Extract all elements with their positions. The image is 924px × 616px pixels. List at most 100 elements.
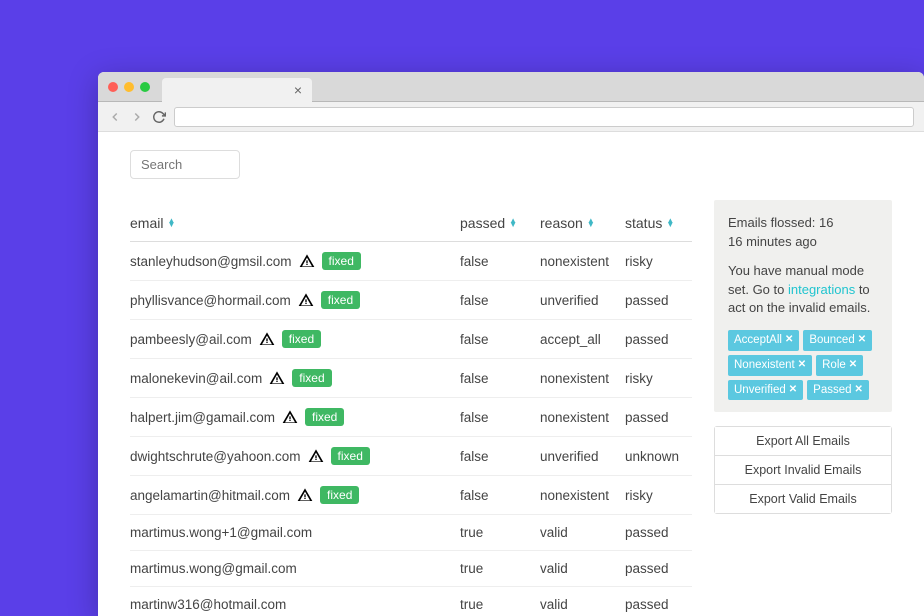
email-text: phyllisvance@hormail.com: [130, 293, 291, 308]
cell-status: passed: [625, 332, 692, 347]
close-window-icon[interactable]: [108, 82, 118, 92]
forward-icon[interactable]: [130, 110, 144, 124]
table-row: dwightschrute@yahoon.comfixedfalseunveri…: [130, 437, 692, 476]
cell-email: dwightschrute@yahoon.comfixed: [130, 447, 460, 465]
cell-email: angelamartin@hitmail.comfixed: [130, 486, 460, 504]
browser-window: × email▲▼ passed▲▼ reason▲▼ status▲▼ sta…: [98, 72, 924, 616]
tab-close-icon[interactable]: ×: [294, 82, 302, 98]
cell-email: phyllisvance@hormail.com fixed: [130, 291, 460, 309]
email-text: martinw316@hotmail.com: [130, 597, 286, 612]
minimize-window-icon[interactable]: [124, 82, 134, 92]
cell-passed: false: [460, 449, 540, 464]
cell-email: stanleyhudson@gmsil.comfixed: [130, 252, 460, 270]
cell-reason: nonexistent: [540, 488, 625, 503]
results-table: email▲▼ passed▲▼ reason▲▼ status▲▼ stanl…: [130, 209, 692, 616]
cell-reason: valid: [540, 597, 625, 612]
fixed-badge[interactable]: fixed: [320, 486, 359, 504]
cell-passed: false: [460, 293, 540, 308]
fixed-badge[interactable]: fixed: [305, 408, 344, 426]
col-reason[interactable]: reason▲▼: [540, 215, 625, 231]
sort-icon: ▲▼: [509, 219, 517, 227]
fixed-badge[interactable]: fixed: [292, 369, 331, 387]
tag-remove-icon[interactable]: ✕: [858, 333, 866, 348]
warning-icon: [299, 253, 315, 269]
tag-remove-icon[interactable]: ✕: [849, 358, 857, 373]
table-row: malonekevin@ail.comfixedfalsenonexistent…: [130, 359, 692, 398]
cell-reason: nonexistent: [540, 254, 625, 269]
filter-tag[interactable]: AcceptAll ✕: [728, 330, 799, 351]
browser-tab[interactable]: ×: [162, 78, 312, 102]
export-button[interactable]: Export Valid Emails: [715, 485, 891, 513]
cell-email: malonekevin@ail.comfixed: [130, 369, 460, 387]
tag-remove-icon[interactable]: ✕: [789, 383, 797, 398]
tag-label: Nonexistent: [734, 357, 795, 374]
cell-reason: nonexistent: [540, 410, 625, 425]
table-row: martimus.wong@gmail.comtruevalidpassed: [130, 551, 692, 587]
fixed-badge[interactable]: fixed: [322, 252, 361, 270]
col-status[interactable]: status ▲▼: [625, 215, 692, 231]
traffic-lights: [108, 82, 150, 92]
col-passed-label: passed: [460, 215, 505, 231]
cell-email: martinw316@hotmail.com: [130, 597, 460, 612]
tag-label: Unverified: [734, 382, 786, 399]
cell-email: halpert.jim@gamail.comfixed: [130, 408, 460, 426]
table-row: martimus.wong+1@gmail.comtruevalidpassed: [130, 515, 692, 551]
col-email-label: email: [130, 215, 163, 231]
export-button[interactable]: Export Invalid Emails: [715, 456, 891, 485]
filter-tag[interactable]: Unverified ✕: [728, 380, 803, 401]
integrations-link[interactable]: integrations: [788, 282, 855, 297]
warning-icon: [308, 448, 324, 464]
back-icon[interactable]: [108, 110, 122, 124]
search-input[interactable]: [130, 150, 240, 179]
tag-remove-icon[interactable]: ✕: [785, 333, 793, 348]
reload-icon[interactable]: [152, 110, 166, 124]
table-row: pambeesly@ail.comfixedfalseaccept_allpas…: [130, 320, 692, 359]
url-input[interactable]: [174, 107, 914, 127]
tag-remove-icon[interactable]: ✕: [798, 358, 806, 373]
cell-reason: unverified: [540, 293, 625, 308]
filter-tag[interactable]: Bounced ✕: [803, 330, 872, 351]
page-content: email▲▼ passed▲▼ reason▲▼ status▲▼ stanl…: [98, 132, 924, 616]
cell-status: passed: [625, 597, 692, 612]
filter-tag[interactable]: Role ✕: [816, 355, 863, 376]
filter-tag[interactable]: Passed ✕: [807, 380, 869, 401]
sort-icon: ▲▼: [666, 219, 674, 227]
cell-status: passed: [625, 525, 692, 540]
cell-email: martimus.wong+1@gmail.com: [130, 525, 460, 540]
filter-tag[interactable]: Nonexistent ✕: [728, 355, 812, 376]
tag-remove-icon[interactable]: ✕: [855, 383, 863, 398]
warning-icon: [282, 409, 298, 425]
cell-reason: unverified: [540, 449, 625, 464]
cell-email: martimus.wong@gmail.com: [130, 561, 460, 576]
filter-tags: AcceptAll ✕Bounced ✕Nonexistent ✕Role ✕U…: [728, 330, 878, 400]
col-status-label: status: [625, 215, 662, 231]
cell-status: risky: [625, 488, 692, 503]
browser-tabbar: ×: [98, 72, 924, 102]
sidebar: Emails flossed: 16 16 minutes ago You ha…: [714, 200, 892, 598]
col-email[interactable]: email▲▼: [130, 215, 460, 231]
cell-reason: accept_all: [540, 332, 625, 347]
main-panel: email▲▼ passed▲▼ reason▲▼ status▲▼ stanl…: [130, 150, 692, 598]
table-row: stanleyhudson@gmsil.comfixedfalsenonexis…: [130, 242, 692, 281]
cell-reason: nonexistent: [540, 371, 625, 386]
table-row: phyllisvance@hormail.com fixed falseunveri…: [130, 281, 692, 320]
sort-icon: ▲▼: [587, 219, 595, 227]
tag-label: Bounced: [809, 332, 854, 349]
col-passed[interactable]: passed ▲▼: [460, 215, 540, 231]
cell-status: unknown: [625, 449, 692, 464]
tag-label: AcceptAll: [734, 332, 782, 349]
cell-status: passed: [625, 293, 692, 308]
warning-icon: [297, 487, 313, 503]
warning-icon: [298, 292, 314, 308]
info-text: You have manual mode set. Go to integrat…: [728, 262, 878, 319]
cell-passed: true: [460, 525, 540, 540]
cell-passed: false: [460, 488, 540, 503]
fixed-badge[interactable]: fixed: [282, 330, 321, 348]
table-row: angelamartin@hitmail.comfixedfalsenonexi…: [130, 476, 692, 515]
maximize-window-icon[interactable]: [140, 82, 150, 92]
fixed-badge[interactable]: fixed: [331, 447, 370, 465]
email-text: martimus.wong+1@gmail.com: [130, 525, 312, 540]
warning-icon: [269, 370, 285, 386]
export-button[interactable]: Export All Emails: [715, 427, 891, 456]
fixed-badge[interactable]: fixed: [321, 291, 360, 309]
